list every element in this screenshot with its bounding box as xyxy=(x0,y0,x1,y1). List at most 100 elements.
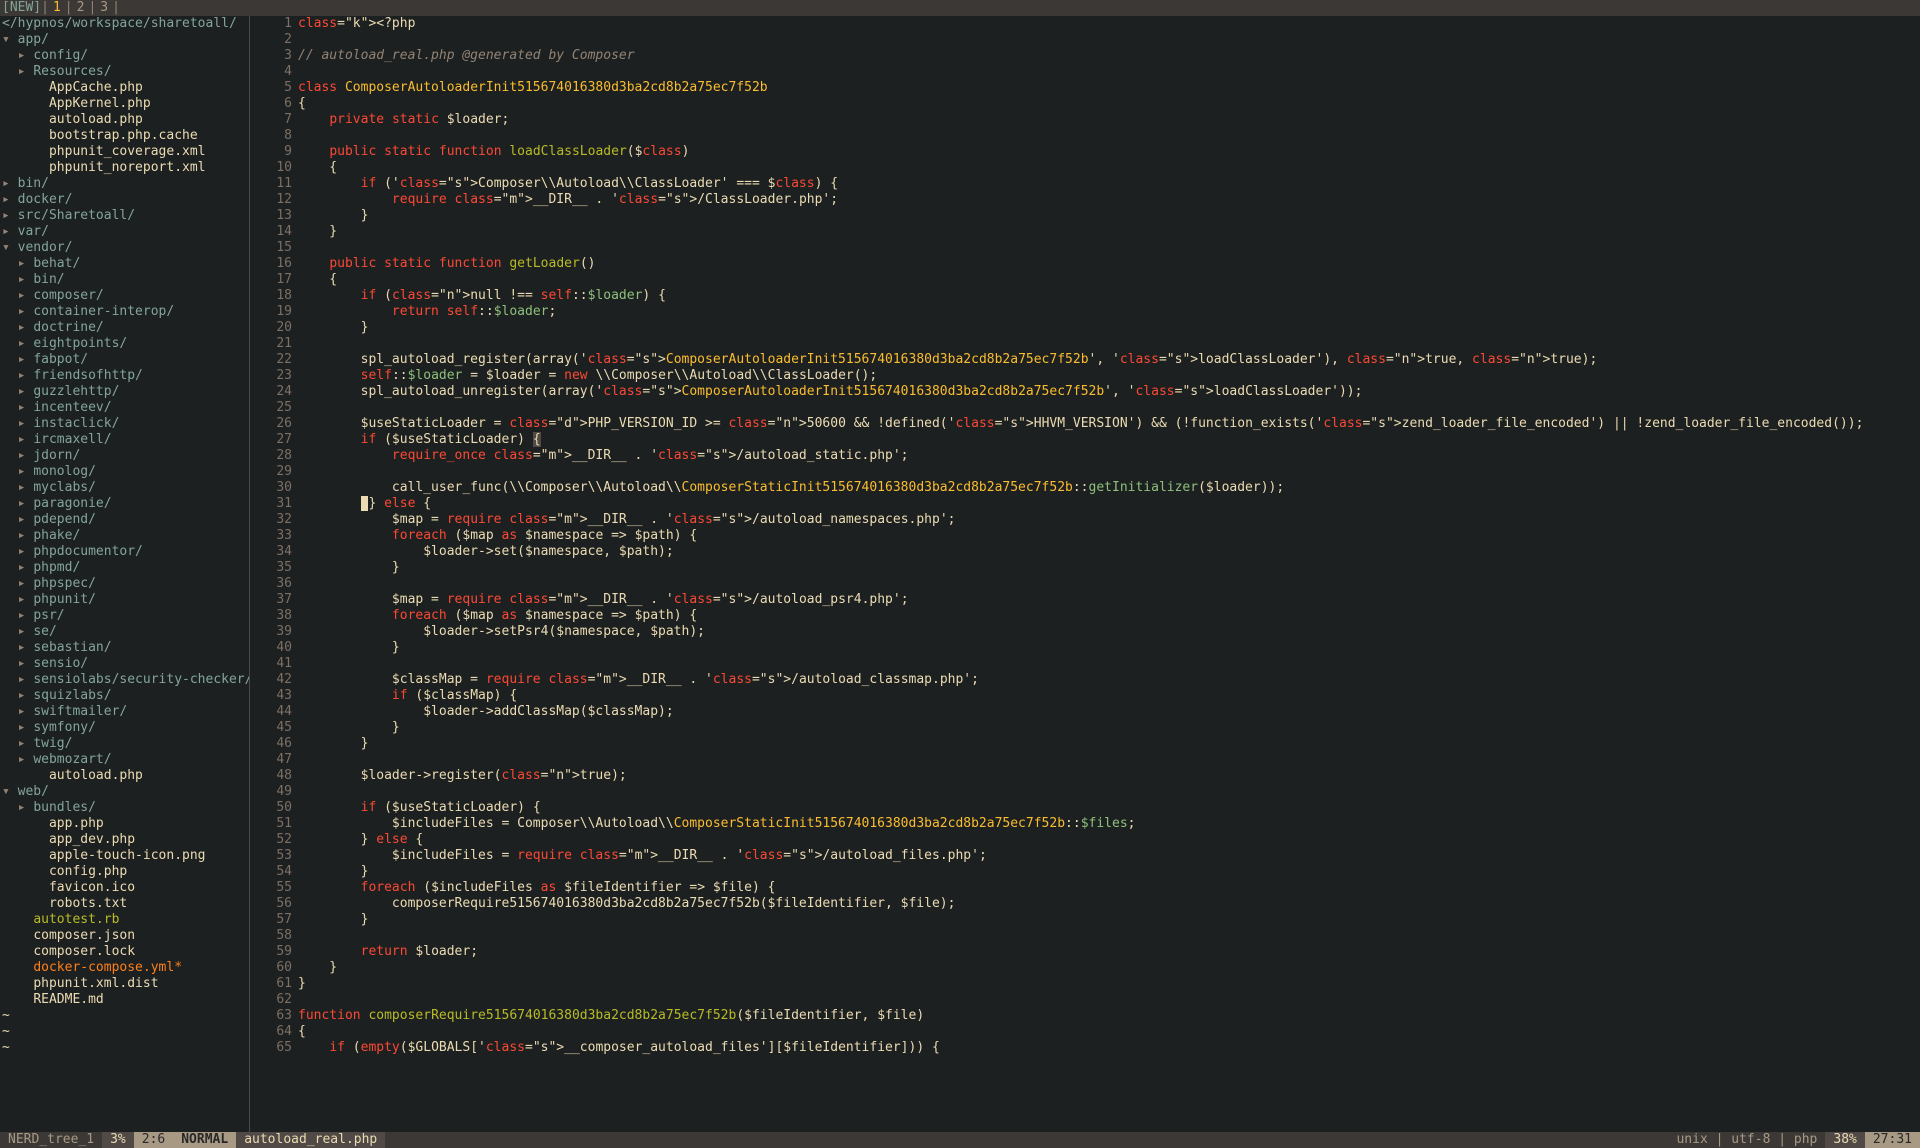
tree-file[interactable]: autoload.php xyxy=(2,112,247,128)
tree-file[interactable]: app_dev.php xyxy=(2,832,247,848)
tree-file[interactable]: autoload.php xyxy=(2,768,247,784)
tree-dir[interactable]: ▸ incenteev/ xyxy=(2,400,247,416)
tree-file[interactable]: bootstrap.php.cache xyxy=(2,128,247,144)
code-line[interactable]: } xyxy=(298,208,1920,224)
tree-dir[interactable]: ▸ monolog/ xyxy=(2,464,247,480)
tree-dir[interactable]: ▸ phpdocumentor/ xyxy=(2,544,247,560)
code-line[interactable] xyxy=(298,752,1920,768)
tree-dir[interactable]: ▸ eightpoints/ xyxy=(2,336,247,352)
tree-file[interactable]: phpunit_noreport.xml xyxy=(2,160,247,176)
tree-dir[interactable]: ▸ pdepend/ xyxy=(2,512,247,528)
code-line[interactable]: $includeFiles = require class="m">__DIR_… xyxy=(298,848,1920,864)
code-line[interactable]: if ($useStaticLoader) { xyxy=(298,800,1920,816)
tree-file[interactable]: composer.json xyxy=(2,928,247,944)
tree-dir[interactable]: ▸ bin/ xyxy=(2,272,247,288)
code-line[interactable]: $loader->set($namespace, $path); xyxy=(298,544,1920,560)
tree-dir[interactable]: ▸ myclabs/ xyxy=(2,480,247,496)
code-line[interactable] xyxy=(298,64,1920,80)
code-line[interactable]: { xyxy=(298,160,1920,176)
code-line[interactable]: spl_autoload_register(array('class="s">C… xyxy=(298,352,1920,368)
tree-file[interactable]: phpunit_coverage.xml xyxy=(2,144,247,160)
tree-dir[interactable]: ▸ phpmd/ xyxy=(2,560,247,576)
code-line[interactable]: $classMap = require class="m">__DIR__ . … xyxy=(298,672,1920,688)
code-line[interactable]: } xyxy=(298,864,1920,880)
tree-file[interactable]: phpunit.xml.dist xyxy=(2,976,247,992)
code-line[interactable]: require class="m">__DIR__ . 'class="s">/… xyxy=(298,192,1920,208)
code-line[interactable] xyxy=(298,928,1920,944)
code-line[interactable]: if ($classMap) { xyxy=(298,688,1920,704)
code-line[interactable] xyxy=(298,32,1920,48)
tree-dir[interactable]: ▾ app/ xyxy=(2,32,247,48)
tree-dir[interactable]: ▸ webmozart/ xyxy=(2,752,247,768)
tree-file[interactable]: AppKernel.php xyxy=(2,96,247,112)
code-line[interactable]: } else { xyxy=(298,832,1920,848)
code-line[interactable]: } xyxy=(298,960,1920,976)
code-line[interactable]: } xyxy=(298,912,1920,928)
code-line[interactable] xyxy=(298,464,1920,480)
tree-dir[interactable]: ▸ swiftmailer/ xyxy=(2,704,247,720)
code-line[interactable] xyxy=(298,400,1920,416)
code-line[interactable]: foreach ($includeFiles as $fileIdentifie… xyxy=(298,880,1920,896)
tree-file[interactable]: app.php xyxy=(2,816,247,832)
tree-file[interactable]: config.php xyxy=(2,864,247,880)
tree-dir[interactable]: ▸ psr/ xyxy=(2,608,247,624)
code-line[interactable]: $map = require class="m">__DIR__ . 'clas… xyxy=(298,512,1920,528)
tree-file[interactable]: autotest.rb xyxy=(2,912,247,928)
tree-dir[interactable]: ▸ ircmaxell/ xyxy=(2,432,247,448)
tree-dir[interactable]: ▸ jdorn/ xyxy=(2,448,247,464)
tree-dir[interactable]: ▸ docker/ xyxy=(2,192,247,208)
code-line[interactable] xyxy=(298,240,1920,256)
tree-dir[interactable]: ▸ sensiolabs/security-checker/ xyxy=(2,672,247,688)
tree-dir[interactable]: ▸ phpunit/ xyxy=(2,592,247,608)
tree-dir[interactable]: ▸ composer/ xyxy=(2,288,247,304)
code-line[interactable]: self::$loader = $loader = new \\Composer… xyxy=(298,368,1920,384)
code-line[interactable]: } xyxy=(298,224,1920,240)
code-line[interactable]: // autoload_real.php @generated by Compo… xyxy=(298,48,1920,64)
code-line[interactable] xyxy=(298,336,1920,352)
code-line[interactable]: } else { xyxy=(298,496,1920,512)
tree-dir[interactable]: ▸ phake/ xyxy=(2,528,247,544)
tree-dir[interactable]: ▸ twig/ xyxy=(2,736,247,752)
tree-file[interactable]: apple-touch-icon.png xyxy=(2,848,247,864)
tree-file[interactable]: favicon.ico xyxy=(2,880,247,896)
code-line[interactable]: public static function getLoader() xyxy=(298,256,1920,272)
code-line[interactable]: spl_autoload_unregister(array('class="s"… xyxy=(298,384,1920,400)
code-line[interactable] xyxy=(298,656,1920,672)
tree-file[interactable]: composer.lock xyxy=(2,944,247,960)
code-line[interactable]: if ($useStaticLoader) { xyxy=(298,432,1920,448)
code-line[interactable]: { xyxy=(298,1024,1920,1040)
code-line[interactable]: function composerRequire515674016380d3ba… xyxy=(298,1008,1920,1024)
tab-2[interactable]: 2 xyxy=(73,0,89,16)
code-line[interactable]: private static $loader; xyxy=(298,112,1920,128)
tree-file[interactable]: docker-compose.yml* xyxy=(2,960,247,976)
code-line[interactable]: $useStaticLoader = class="d">PHP_VERSION… xyxy=(298,416,1920,432)
code-line[interactable]: call_user_func(\\Composer\\Autoload\\Com… xyxy=(298,480,1920,496)
tree-file[interactable]: robots.txt xyxy=(2,896,247,912)
code-line[interactable]: $loader->setPsr4($namespace, $path); xyxy=(298,624,1920,640)
code-line[interactable]: return $loader; xyxy=(298,944,1920,960)
code-line[interactable]: foreach ($map as $namespace => $path) { xyxy=(298,528,1920,544)
tree-dir[interactable]: ▸ behat/ xyxy=(2,256,247,272)
tree-dir[interactable]: ▸ friendsofhttp/ xyxy=(2,368,247,384)
tab-3[interactable]: 3 xyxy=(96,0,112,16)
tree-dir[interactable]: ▸ fabpot/ xyxy=(2,352,247,368)
code-line[interactable]: } xyxy=(298,720,1920,736)
code-line[interactable] xyxy=(298,576,1920,592)
code-line[interactable]: class="k"><?php xyxy=(298,16,1920,32)
code-line[interactable] xyxy=(298,128,1920,144)
tree-dir[interactable]: ▸ guzzlehttp/ xyxy=(2,384,247,400)
code-line[interactable]: $loader->addClassMap($classMap); xyxy=(298,704,1920,720)
code-line[interactable]: { xyxy=(298,96,1920,112)
tree-dir[interactable]: ▸ bundles/ xyxy=(2,800,247,816)
code-line[interactable]: } xyxy=(298,736,1920,752)
tree-dir[interactable]: ▸ squizlabs/ xyxy=(2,688,247,704)
code-line[interactable]: } xyxy=(298,976,1920,992)
tree-dir[interactable]: ▸ var/ xyxy=(2,224,247,240)
tree-dir[interactable]: ▸ sebastian/ xyxy=(2,640,247,656)
tree-dir[interactable]: ▸ doctrine/ xyxy=(2,320,247,336)
code-line[interactable]: composerRequire515674016380d3ba2cd8b2a75… xyxy=(298,896,1920,912)
tree-file[interactable]: AppCache.php xyxy=(2,80,247,96)
code-line[interactable]: public static function loadClassLoader($… xyxy=(298,144,1920,160)
code-line[interactable]: } xyxy=(298,560,1920,576)
tree-file[interactable]: README.md xyxy=(2,992,247,1008)
